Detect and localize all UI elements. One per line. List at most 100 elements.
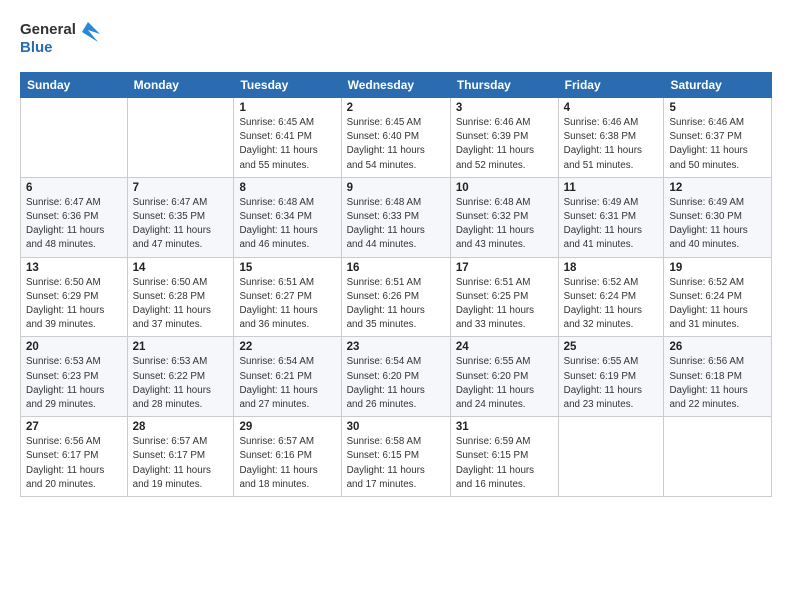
calendar-cell: 28 Sunrise: 6:57 AMSunset: 6:17 PMDayligh… — [127, 417, 234, 497]
week-row-2: 6 Sunrise: 6:47 AMSunset: 6:36 PMDaylight… — [21, 177, 772, 257]
day-info: Sunrise: 6:46 AMSunset: 6:38 PMDaylight:… — [564, 116, 659, 173]
week-row-4: 20 Sunrise: 6:53 AMSunset: 6:23 PMDayligh… — [21, 337, 772, 417]
calendar-cell: 1Sunrise: 6:45 AMSunset: 6:41 PMDaylight… — [234, 98, 341, 178]
day-number: 21 — [133, 341, 229, 353]
calendar-cell: 4 Sunrise: 6:46 AMSunset: 6:38 PMDaylight… — [558, 98, 664, 178]
weekday-header-row: SundayMondayTuesdayWednesdayThursdayFrid… — [21, 73, 772, 98]
day-info: Sunrise: 6:48 AMSunset: 6:32 PMDaylight:… — [456, 196, 553, 253]
day-info: Sunrise: 6:57 AMSunset: 6:17 PMDaylight:… — [133, 435, 229, 492]
weekday-header-monday: Monday — [127, 73, 234, 98]
header: General Blue — [20, 16, 772, 60]
day-number: 9 — [347, 182, 445, 194]
calendar-cell: 29 Sunrise: 6:57 AMSunset: 6:16 PMDayligh… — [234, 417, 341, 497]
day-info: Sunrise: 6:48 AMSunset: 6:34 PMDaylight:… — [239, 196, 335, 253]
weekday-header-saturday: Saturday — [664, 73, 772, 98]
day-info: Sunrise: 6:50 AMSunset: 6:28 PMDaylight:… — [133, 276, 229, 333]
weekday-header-thursday: Thursday — [450, 73, 558, 98]
day-info: Sunrise: 6:58 AMSunset: 6:15 PMDaylight:… — [347, 435, 445, 492]
day-number: 16 — [347, 262, 445, 274]
calendar-cell: 9Sunrise: 6:48 AMSunset: 6:33 PMDaylight… — [341, 177, 450, 257]
calendar-cell: 23Sunrise: 6:54 AMSunset: 6:20 PMDayligh… — [341, 337, 450, 417]
day-info: Sunrise: 6:51 AMSunset: 6:27 PMDaylight:… — [239, 276, 335, 333]
calendar-cell: 26Sunrise: 6:56 AMSunset: 6:18 PMDayligh… — [664, 337, 772, 417]
day-number: 26 — [669, 341, 766, 353]
day-info: Sunrise: 6:55 AMSunset: 6:20 PMDaylight:… — [456, 355, 553, 412]
calendar-cell: 11Sunrise: 6:49 AMSunset: 6:31 PMDayligh… — [558, 177, 664, 257]
calendar-cell: 8 Sunrise: 6:48 AMSunset: 6:34 PMDaylight… — [234, 177, 341, 257]
day-info: Sunrise: 6:56 AMSunset: 6:17 PMDaylight:… — [26, 435, 122, 492]
calendar-cell: 22 Sunrise: 6:54 AMSunset: 6:21 PMDayligh… — [234, 337, 341, 417]
day-info: Sunrise: 6:46 AMSunset: 6:39 PMDaylight:… — [456, 116, 553, 173]
day-number: 4 — [564, 102, 659, 114]
day-number: 17 — [456, 262, 553, 274]
calendar-cell: 13 Sunrise: 6:50 AMSunset: 6:29 PMDayligh… — [21, 257, 128, 337]
day-number: 18 — [564, 262, 659, 274]
calendar-cell: 15 Sunrise: 6:51 AMSunset: 6:27 PMDayligh… — [234, 257, 341, 337]
day-info: Sunrise: 6:49 AMSunset: 6:30 PMDaylight:… — [669, 196, 766, 253]
week-row-1: 1Sunrise: 6:45 AMSunset: 6:41 PMDaylight… — [21, 98, 772, 178]
calendar-cell: 2 Sunrise: 6:45 AMSunset: 6:40 PMDaylight… — [341, 98, 450, 178]
day-info: Sunrise: 6:54 AMSunset: 6:21 PMDaylight:… — [239, 355, 335, 412]
svg-text:General: General — [20, 21, 76, 38]
day-number: 15 — [239, 262, 335, 274]
day-info: Sunrise: 6:45 AMSunset: 6:40 PMDaylight:… — [347, 116, 445, 173]
day-number: 3 — [456, 102, 553, 114]
day-info: Sunrise: 6:59 AMSunset: 6:15 PMDaylight:… — [456, 435, 553, 492]
day-number: 13 — [26, 262, 122, 274]
day-info: Sunrise: 6:54 AMSunset: 6:20 PMDaylight:… — [347, 355, 445, 412]
calendar-cell: 21 Sunrise: 6:53 AMSunset: 6:22 PMDayligh… — [127, 337, 234, 417]
calendar-cell: 19 Sunrise: 6:52 AMSunset: 6:24 PMDayligh… — [664, 257, 772, 337]
day-number: 6 — [26, 182, 122, 194]
weekday-header-sunday: Sunday — [21, 73, 128, 98]
day-number: 27 — [26, 421, 122, 433]
day-number: 5 — [669, 102, 766, 114]
day-info: Sunrise: 6:53 AMSunset: 6:23 PMDaylight:… — [26, 355, 122, 412]
calendar-cell — [664, 417, 772, 497]
day-number: 30 — [347, 421, 445, 433]
calendar-cell: 20 Sunrise: 6:53 AMSunset: 6:23 PMDayligh… — [21, 337, 128, 417]
calendar-cell: 12 Sunrise: 6:49 AMSunset: 6:30 PMDayligh… — [664, 177, 772, 257]
day-info: Sunrise: 6:53 AMSunset: 6:22 PMDaylight:… — [133, 355, 229, 412]
day-number: 2 — [347, 102, 445, 114]
day-number: 22 — [239, 341, 335, 353]
logo-svg: General Blue — [20, 16, 100, 60]
day-number: 12 — [669, 182, 766, 194]
day-number: 14 — [133, 262, 229, 274]
calendar-cell: 24 Sunrise: 6:55 AMSunset: 6:20 PMDayligh… — [450, 337, 558, 417]
day-info: Sunrise: 6:51 AMSunset: 6:25 PMDaylight:… — [456, 276, 553, 333]
week-row-5: 27 Sunrise: 6:56 AMSunset: 6:17 PMDayligh… — [21, 417, 772, 497]
day-number: 25 — [564, 341, 659, 353]
calendar-cell: 6 Sunrise: 6:47 AMSunset: 6:36 PMDaylight… — [21, 177, 128, 257]
day-number: 28 — [133, 421, 229, 433]
svg-text:Blue: Blue — [20, 39, 53, 56]
day-number: 7 — [133, 182, 229, 194]
day-info: Sunrise: 6:52 AMSunset: 6:24 PMDaylight:… — [669, 276, 766, 333]
weekday-header-friday: Friday — [558, 73, 664, 98]
weekday-header-tuesday: Tuesday — [234, 73, 341, 98]
calendar-cell: 5Sunrise: 6:46 AMSunset: 6:37 PMDaylight… — [664, 98, 772, 178]
calendar-cell — [558, 417, 664, 497]
calendar-table: SundayMondayTuesdayWednesdayThursdayFrid… — [20, 72, 772, 497]
day-info: Sunrise: 6:50 AMSunset: 6:29 PMDaylight:… — [26, 276, 122, 333]
calendar-cell: 30 Sunrise: 6:58 AMSunset: 6:15 PMDayligh… — [341, 417, 450, 497]
calendar-cell: 27 Sunrise: 6:56 AMSunset: 6:17 PMDayligh… — [21, 417, 128, 497]
day-number: 31 — [456, 421, 553, 433]
day-number: 20 — [26, 341, 122, 353]
logo: General Blue — [20, 16, 100, 60]
day-info: Sunrise: 6:47 AMSunset: 6:36 PMDaylight:… — [26, 196, 122, 253]
day-info: Sunrise: 6:57 AMSunset: 6:16 PMDaylight:… — [239, 435, 335, 492]
calendar-cell: 31 Sunrise: 6:59 AMSunset: 6:15 PMDayligh… — [450, 417, 558, 497]
day-number: 11 — [564, 182, 659, 194]
day-number: 29 — [239, 421, 335, 433]
calendar-cell: 3 Sunrise: 6:46 AMSunset: 6:39 PMDaylight… — [450, 98, 558, 178]
calendar-cell: 18Sunrise: 6:52 AMSunset: 6:24 PMDayligh… — [558, 257, 664, 337]
day-info: Sunrise: 6:45 AMSunset: 6:41 PMDaylight:… — [239, 116, 335, 173]
calendar-cell: 16Sunrise: 6:51 AMSunset: 6:26 PMDayligh… — [341, 257, 450, 337]
day-number: 8 — [239, 182, 335, 194]
calendar-cell — [127, 98, 234, 178]
day-number: 24 — [456, 341, 553, 353]
day-info: Sunrise: 6:55 AMSunset: 6:19 PMDaylight:… — [564, 355, 659, 412]
day-number: 10 — [456, 182, 553, 194]
page: General Blue SundayMondayTuesdayWednesda… — [0, 0, 792, 612]
day-number: 19 — [669, 262, 766, 274]
